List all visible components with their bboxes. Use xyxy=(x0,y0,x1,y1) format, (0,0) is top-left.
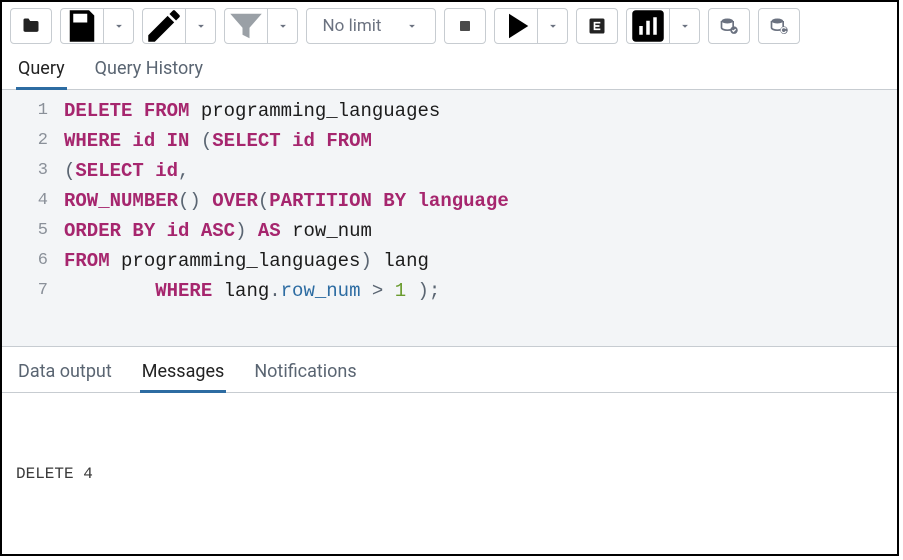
code-area[interactable]: DELETE FROM programming_languagesWHERE i… xyxy=(58,90,897,346)
line-number: 5 xyxy=(2,216,48,246)
code-line[interactable]: FROM programming_languages) lang xyxy=(64,246,887,276)
save-button[interactable] xyxy=(61,9,103,43)
filter-split-button[interactable] xyxy=(224,8,298,44)
folder-icon xyxy=(21,16,41,36)
tab-data-output[interactable]: Data output xyxy=(16,353,114,392)
chevron-down-icon xyxy=(405,19,419,33)
line-number: 6 xyxy=(2,246,48,276)
tab-query[interactable]: Query xyxy=(16,50,67,89)
stop-icon xyxy=(455,16,475,36)
filter-button[interactable] xyxy=(225,9,267,43)
open-file-button[interactable] xyxy=(10,8,52,44)
rollback-button[interactable] xyxy=(758,8,800,44)
execute-split-button[interactable] xyxy=(494,8,568,44)
explain-analyze-split-button[interactable] xyxy=(626,8,700,44)
chevron-down-icon xyxy=(678,19,692,33)
save-menu-toggle[interactable] xyxy=(103,9,133,43)
execute-menu-toggle[interactable] xyxy=(537,9,567,43)
pencil-icon xyxy=(143,8,185,44)
line-number: 7 xyxy=(2,276,48,306)
code-line[interactable]: WHERE id IN (SELECT id FROM xyxy=(64,126,887,156)
commit-button[interactable] xyxy=(708,8,750,44)
editor-tabs: Query Query History xyxy=(2,48,897,90)
row-limit-label: No limit xyxy=(323,16,382,36)
line-number: 4 xyxy=(2,186,48,216)
filter-icon xyxy=(225,8,267,44)
output-tabs: Data output Messages Notifications xyxy=(2,346,897,393)
chevron-down-icon xyxy=(546,19,560,33)
db-rollback-icon xyxy=(769,16,789,36)
code-line[interactable]: (SELECT id, xyxy=(64,156,887,186)
code-line[interactable]: WHERE lang.row_num > 1 ); xyxy=(64,276,887,306)
explain-analyze-menu-toggle[interactable] xyxy=(669,9,699,43)
stop-button[interactable] xyxy=(444,8,486,44)
explain-analyze-button[interactable] xyxy=(627,9,669,43)
bar-chart-icon xyxy=(627,8,669,44)
code-line[interactable]: ORDER BY id ASC) AS row_num xyxy=(64,216,887,246)
row-limit-select[interactable]: No limit xyxy=(306,8,436,44)
tab-query-history[interactable]: Query History xyxy=(93,50,205,89)
line-number: 2 xyxy=(2,126,48,156)
save-split-button[interactable] xyxy=(60,8,134,44)
messages-panel: DELETE 4 Query returned successfully in … xyxy=(2,393,897,556)
line-number: 3 xyxy=(2,156,48,186)
play-icon xyxy=(495,8,537,44)
tab-notifications[interactable]: Notifications xyxy=(252,353,358,392)
tab-messages[interactable]: Messages xyxy=(140,353,227,392)
code-line[interactable]: DELETE FROM programming_languages xyxy=(64,96,887,126)
filter-menu-toggle[interactable] xyxy=(267,9,297,43)
save-icon xyxy=(61,8,103,44)
explain-button[interactable] xyxy=(576,8,618,44)
explain-e-icon xyxy=(587,16,607,36)
chevron-down-icon xyxy=(194,19,208,33)
execute-button[interactable] xyxy=(495,9,537,43)
edit-button[interactable] xyxy=(143,9,185,43)
code-line[interactable]: ROW_NUMBER() OVER(PARTITION BY language xyxy=(64,186,887,216)
edit-split-button[interactable] xyxy=(142,8,216,44)
sql-editor[interactable]: 1234567 DELETE FROM programming_language… xyxy=(2,90,897,346)
toolbar: No limit xyxy=(2,2,897,48)
line-number: 1 xyxy=(2,96,48,126)
line-number-gutter: 1234567 xyxy=(2,90,58,346)
db-check-icon xyxy=(719,16,739,36)
query-tool-window: No limit xyxy=(0,0,899,556)
chevron-down-icon xyxy=(276,19,290,33)
messages-line: DELETE 4 xyxy=(16,461,883,488)
edit-menu-toggle[interactable] xyxy=(185,9,215,43)
chevron-down-icon xyxy=(112,19,126,33)
